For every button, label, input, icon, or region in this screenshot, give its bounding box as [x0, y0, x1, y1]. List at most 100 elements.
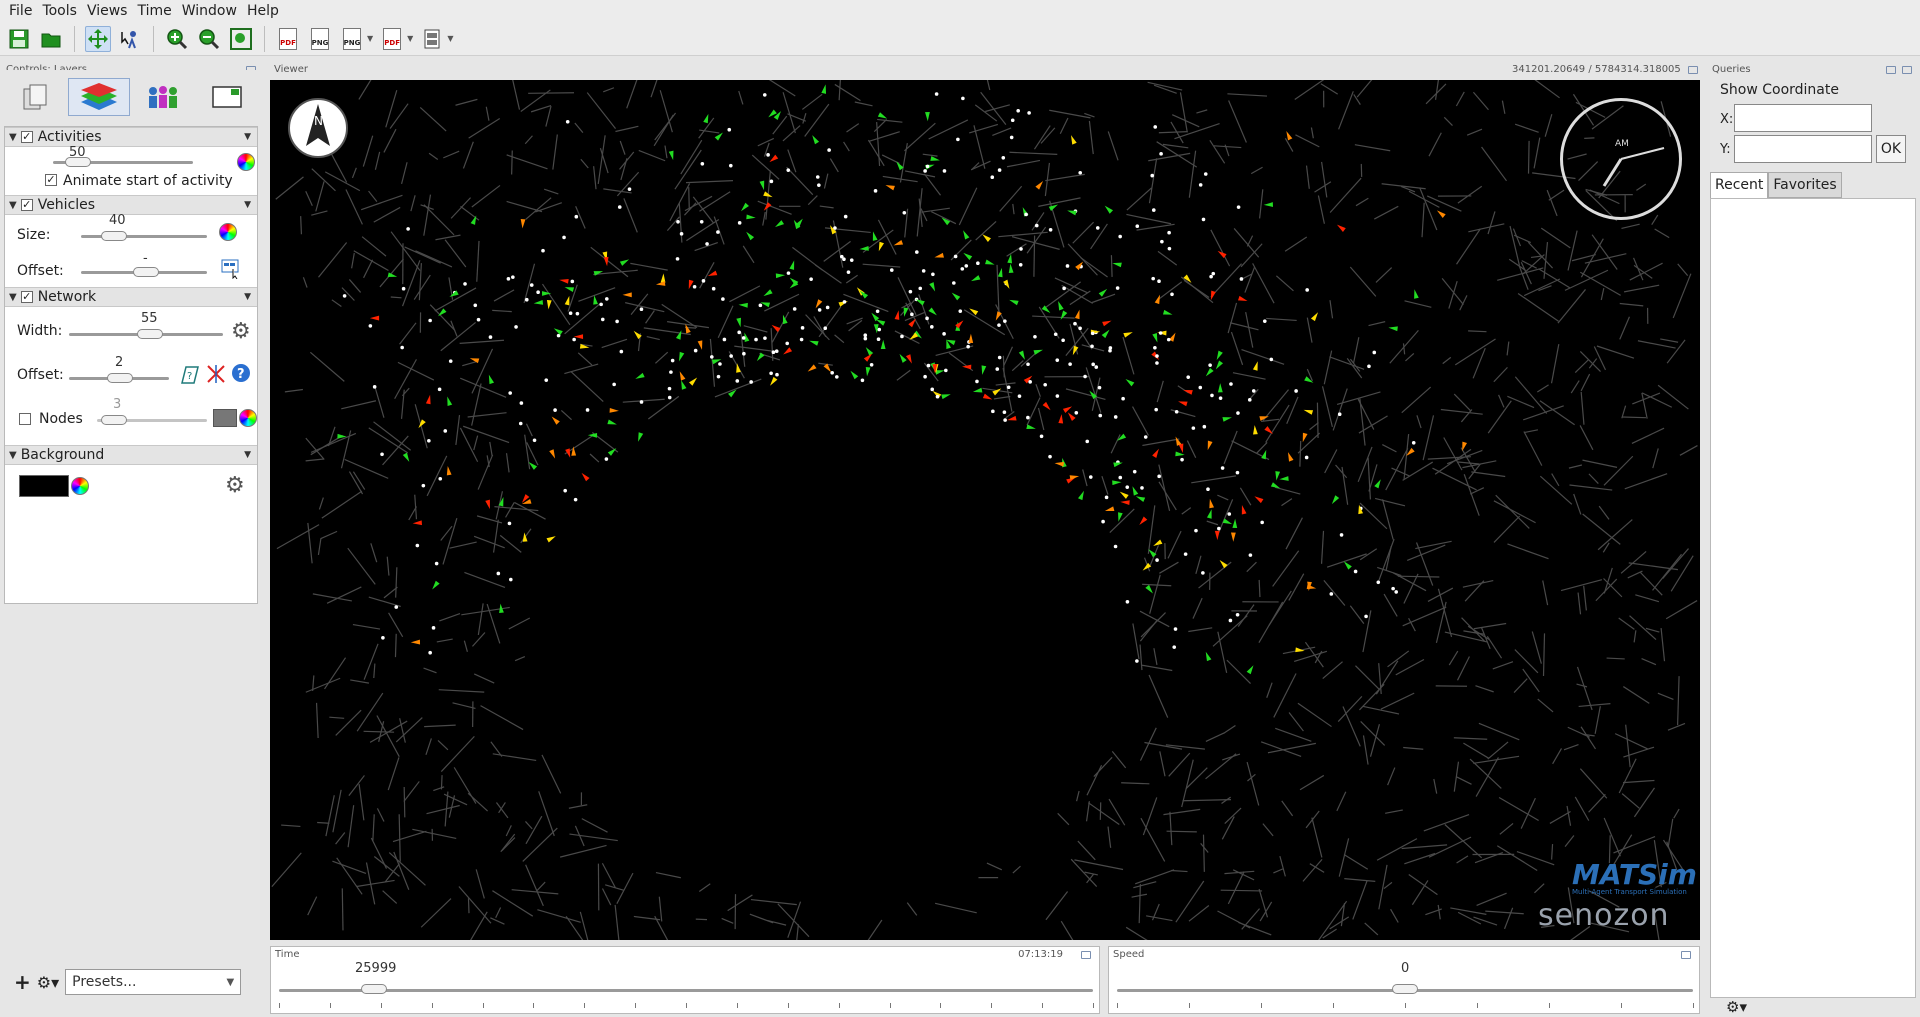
road-link [1395, 659, 1425, 676]
link-disable-icon[interactable] [205, 363, 227, 385]
menu-time[interactable]: Time [132, 3, 176, 19]
background-color-picker-icon[interactable] [71, 477, 89, 495]
double-chevron-icon[interactable]: ▼ [244, 292, 251, 302]
y-coordinate-input[interactable] [1734, 135, 1872, 163]
activity-point [508, 391, 512, 395]
vehicles-offset-slider-thumb[interactable] [133, 267, 159, 277]
scale-tick [1042, 1003, 1044, 1008]
zoom-out-button[interactable] [196, 26, 222, 52]
zoom-in-button[interactable] [164, 26, 190, 52]
background-title: Background [20, 447, 105, 463]
gear-icon[interactable]: ⚙ [225, 475, 245, 497]
tab-pages[interactable] [4, 78, 66, 116]
background-color-swatch[interactable] [19, 475, 69, 497]
collapse-triangle-icon[interactable]: ▼ [9, 450, 17, 461]
road-link [1415, 540, 1452, 550]
matsim-logo-subtitle: Multi-Agent Transport Simulation [1572, 888, 1687, 896]
collapse-triangle-icon[interactable]: ▼ [9, 200, 17, 211]
double-chevron-icon[interactable]: ▼ [244, 200, 251, 210]
tab-recent[interactable]: Recent [1710, 172, 1769, 198]
export-png-series-button[interactable]: PNG [339, 26, 365, 52]
open-button[interactable] [38, 26, 64, 52]
vehicles-size-slider-thumb[interactable] [101, 231, 127, 241]
tab-favorites[interactable]: Favorites [1768, 172, 1842, 198]
gear-icon[interactable]: ⚙▾ [37, 973, 59, 992]
export-pdf-series-button[interactable]: PDF [379, 26, 405, 52]
vehicles-checkbox[interactable]: ✓ [20, 199, 33, 211]
vehicle-settings-icon[interactable] [221, 257, 243, 279]
menu-window[interactable]: Window [177, 3, 242, 19]
nodes-checkbox[interactable] [19, 413, 31, 425]
nodes-color-swatch[interactable] [213, 409, 237, 427]
road-link [485, 106, 490, 121]
network-section-header[interactable]: ▼ ✓ Network ▼ [5, 287, 257, 307]
collapse-triangle-icon[interactable]: ▼ [9, 132, 17, 143]
road-link [1392, 572, 1427, 592]
activity-point [737, 221, 742, 225]
collapse-triangle-icon[interactable]: ▼ [9, 292, 17, 303]
save-button[interactable] [6, 26, 32, 52]
activity-point [1018, 262, 1023, 267]
menu-help[interactable]: Help [242, 3, 284, 19]
movie-button[interactable] [419, 26, 445, 52]
activity-point [1180, 457, 1184, 462]
nodes-slider-thumb[interactable] [101, 415, 127, 425]
zoom-fit-button[interactable] [228, 26, 254, 52]
activity-point [415, 543, 420, 548]
activities-section-header[interactable]: ▼ ✓ Activities ▼ [5, 127, 257, 147]
vehicles-section-header[interactable]: ▼ ✓ Vehicles ▼ [5, 195, 257, 215]
vehicles-size-slider-track[interactable] [81, 235, 207, 238]
road-link [699, 191, 731, 212]
help-icon[interactable]: ? [231, 363, 253, 385]
network-map[interactable] [270, 80, 1700, 940]
time-slider-thumb[interactable] [361, 984, 387, 994]
tab-layers[interactable] [68, 78, 130, 116]
pin-icon[interactable] [1681, 951, 1691, 959]
nodes-color-picker-icon[interactable] [239, 409, 257, 427]
gear-icon[interactable]: ⚙ [231, 321, 251, 343]
tab-agents[interactable] [132, 78, 194, 116]
tab-display[interactable] [196, 78, 258, 116]
activity-point [817, 308, 822, 312]
menu-file[interactable]: File [4, 3, 37, 19]
chevron-down-icon[interactable]: ▼ [407, 34, 413, 43]
activities-slider-thumb[interactable] [65, 157, 91, 167]
pin-icon[interactable] [1081, 951, 1091, 959]
activities-color-picker-icon[interactable] [237, 153, 255, 171]
chevron-down-icon[interactable]: ▼ [226, 977, 234, 988]
road-link [1621, 793, 1640, 809]
vehicle-marker [971, 275, 981, 282]
activity-point [1121, 396, 1125, 401]
menu-tools[interactable]: Tools [37, 3, 82, 19]
select-agent-button[interactable] [117, 26, 143, 52]
pan-tool-button[interactable] [85, 25, 111, 52]
gear-icon[interactable]: ⚙▾ [1726, 998, 1747, 1016]
double-chevron-icon[interactable]: ▼ [244, 450, 251, 460]
activities-checkbox[interactable]: ✓ [20, 131, 33, 143]
vehicle-marker [930, 156, 940, 161]
chevron-down-icon[interactable]: ▼ [367, 34, 373, 43]
x-coordinate-input[interactable] [1734, 104, 1872, 132]
link-query-icon[interactable]: ? [179, 363, 201, 385]
double-chevron-icon[interactable]: ▼ [244, 132, 251, 142]
vehicle-marker [1216, 350, 1223, 360]
export-pdf-button[interactable]: PDF [275, 26, 301, 52]
vehicles-color-picker-icon[interactable] [219, 223, 237, 241]
menu-views[interactable]: Views [82, 3, 133, 19]
network-width-slider-thumb[interactable] [137, 329, 163, 339]
presets-select[interactable]: Presets... ▼ [65, 969, 242, 995]
road-link [721, 917, 734, 924]
add-preset-icon[interactable]: + [14, 970, 31, 994]
maximize-icon[interactable] [1688, 66, 1698, 74]
animate-start-checkbox[interactable]: ✓ [45, 174, 57, 186]
ok-button[interactable]: OK [1876, 135, 1906, 163]
network-checkbox[interactable]: ✓ [20, 291, 33, 303]
background-section-header[interactable]: ▼ Background ▼ [5, 445, 257, 465]
road-link [1317, 195, 1325, 224]
map-viewer[interactable]: N AM MATSim Multi-Agent Transport Simula… [270, 80, 1700, 940]
time-slider-track[interactable] [279, 989, 1093, 992]
network-offset-slider-thumb[interactable] [107, 373, 133, 383]
export-png-button[interactable]: PNG [307, 26, 333, 52]
chevron-down-icon[interactable]: ▼ [447, 34, 453, 43]
speed-slider-thumb[interactable] [1392, 984, 1418, 994]
